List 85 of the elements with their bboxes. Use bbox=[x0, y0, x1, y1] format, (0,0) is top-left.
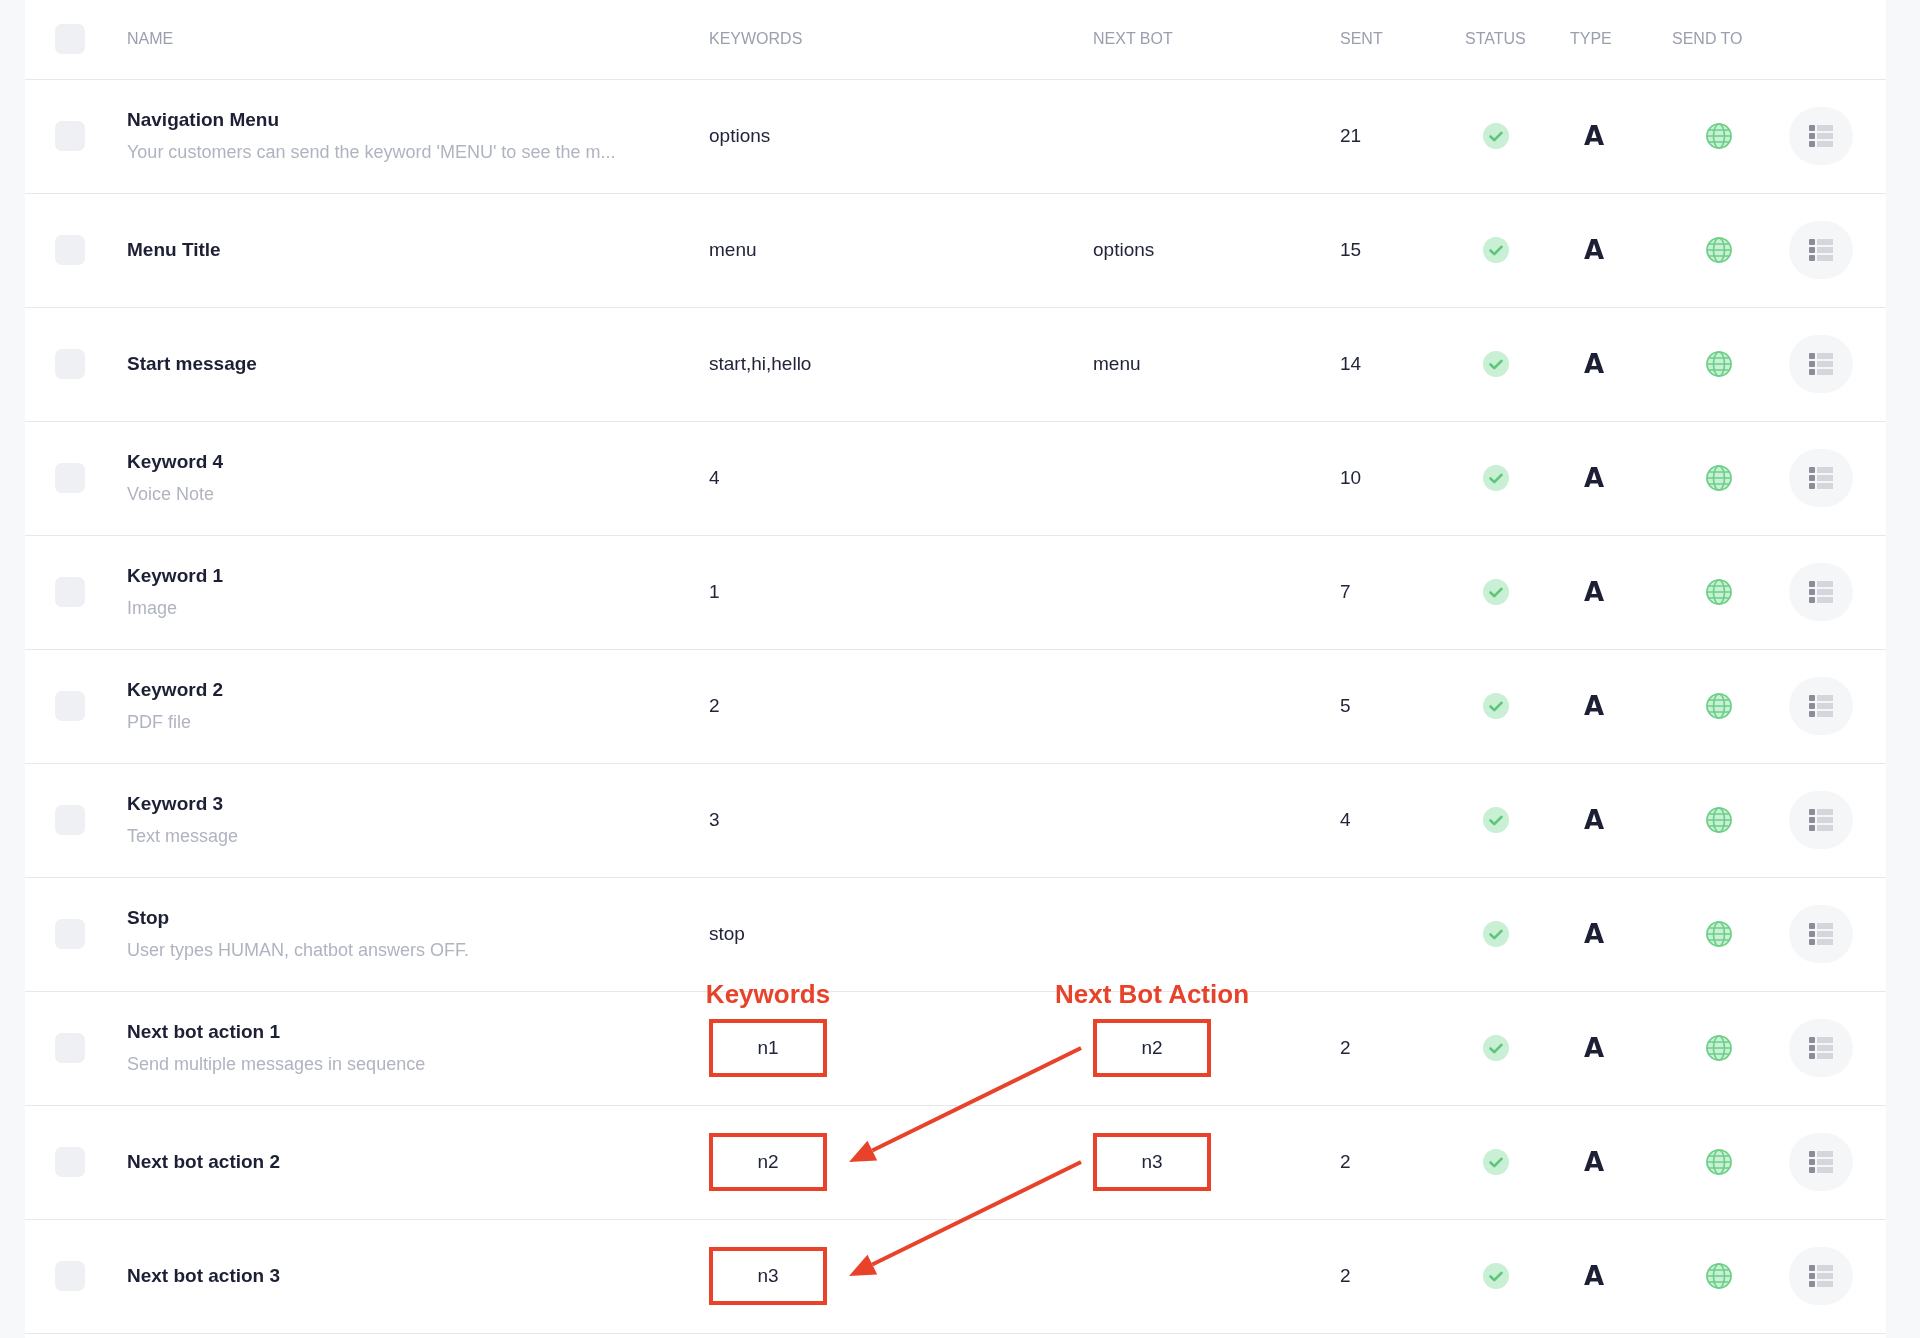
type-letter: A bbox=[1584, 462, 1605, 493]
bot-name: Navigation Menu bbox=[127, 108, 280, 133]
keyword-text: 4 bbox=[709, 466, 720, 488]
list-icon bbox=[1809, 125, 1833, 147]
highlighted-keyword: n2 bbox=[709, 1133, 827, 1191]
keyword-text: menu bbox=[709, 238, 757, 260]
bot-description: Image bbox=[127, 596, 179, 620]
globe-icon bbox=[1706, 123, 1732, 149]
bot-description: Send multiple messages in sequence bbox=[127, 1052, 427, 1076]
bot-name: Keyword 2 bbox=[127, 678, 225, 703]
bot-name: Keyword 3 bbox=[127, 792, 225, 817]
sent-count: 2 bbox=[1340, 1036, 1351, 1058]
globe-icon bbox=[1706, 237, 1732, 263]
keyword-text: start,hi,hello bbox=[709, 352, 812, 374]
sent-count: 4 bbox=[1340, 808, 1351, 830]
globe-icon bbox=[1706, 1149, 1732, 1175]
type-letter: A bbox=[1584, 804, 1605, 835]
type-letter: A bbox=[1584, 348, 1605, 379]
bot-name: Keyword 1 bbox=[127, 564, 225, 589]
bot-name: Next bot action 2 bbox=[127, 1149, 282, 1174]
list-icon bbox=[1809, 467, 1833, 489]
list-icon bbox=[1809, 581, 1833, 603]
bot-name: Next bot action 1 bbox=[127, 1020, 282, 1045]
sent-count: 10 bbox=[1340, 466, 1362, 488]
type-letter: A bbox=[1584, 576, 1605, 607]
bot-name: Next bot action 3 bbox=[127, 1263, 282, 1288]
bot-description: Text message bbox=[127, 824, 240, 848]
list-icon bbox=[1809, 695, 1833, 717]
bot-description: Voice Note bbox=[127, 482, 216, 506]
type-letter: A bbox=[1584, 1032, 1605, 1063]
type-letter: A bbox=[1584, 1260, 1605, 1291]
highlighted-next-bot: n3 bbox=[1093, 1133, 1211, 1191]
sent-count: 21 bbox=[1340, 124, 1362, 146]
globe-icon bbox=[1706, 807, 1732, 833]
list-icon bbox=[1809, 1265, 1833, 1287]
list-icon bbox=[1809, 353, 1833, 375]
bot-description: PDF file bbox=[127, 710, 192, 734]
bot-name: Stop bbox=[127, 906, 171, 931]
globe-icon bbox=[1706, 351, 1732, 377]
sent-count: 15 bbox=[1340, 238, 1362, 260]
keyword-text: 3 bbox=[709, 808, 720, 830]
globe-icon bbox=[1706, 1035, 1732, 1061]
column-header: STATUS bbox=[1465, 30, 1526, 48]
highlighted-keyword: n3 bbox=[709, 1247, 827, 1305]
bot-description: Your customers can send the keyword 'MENU' to see the m... bbox=[127, 140, 617, 164]
keyword-text: stop bbox=[709, 922, 745, 944]
list-icon bbox=[1809, 1037, 1833, 1059]
column-header: KEYWORDS bbox=[709, 30, 803, 48]
next-bot-text: options bbox=[1093, 238, 1155, 260]
type-letter: A bbox=[1584, 918, 1605, 949]
next-bot-text: menu bbox=[1093, 352, 1141, 374]
bot-name: Menu Title bbox=[127, 237, 222, 262]
keyword-text: options bbox=[709, 124, 771, 146]
list-icon bbox=[1809, 809, 1833, 831]
type-letter: A bbox=[1584, 120, 1605, 151]
sent-count: 5 bbox=[1340, 694, 1351, 716]
column-header: SENT bbox=[1340, 30, 1383, 48]
list-icon bbox=[1809, 239, 1833, 261]
column-header: SEND TO bbox=[1672, 30, 1743, 48]
bot-name: Start message bbox=[127, 351, 258, 376]
globe-icon bbox=[1706, 1263, 1732, 1289]
annotation-label: Keywords bbox=[705, 981, 831, 1007]
column-header: NEXT BOT bbox=[1093, 30, 1173, 48]
globe-icon bbox=[1706, 693, 1732, 719]
column-header: TYPE bbox=[1570, 30, 1612, 48]
sent-count: 7 bbox=[1340, 580, 1351, 602]
bot-description: User types HUMAN, chatbot answers OFF. bbox=[127, 938, 471, 962]
list-icon bbox=[1809, 923, 1833, 945]
column-header: NAME bbox=[127, 30, 174, 48]
keyword-text: 2 bbox=[709, 694, 720, 716]
annotation-label: Next Bot Action bbox=[1055, 981, 1249, 1007]
keyword-text: 1 bbox=[709, 580, 720, 602]
sent-count: 2 bbox=[1340, 1150, 1351, 1172]
highlighted-next-bot: n2 bbox=[1093, 1019, 1211, 1077]
globe-icon bbox=[1706, 465, 1732, 491]
type-letter: A bbox=[1584, 234, 1605, 265]
globe-icon bbox=[1706, 579, 1732, 605]
type-letter: A bbox=[1584, 690, 1605, 721]
sent-count: 14 bbox=[1340, 352, 1362, 374]
highlighted-keyword: n1 bbox=[709, 1019, 827, 1077]
bot-name: Keyword 4 bbox=[127, 450, 225, 475]
type-letter: A bbox=[1584, 1146, 1605, 1177]
list-icon bbox=[1809, 1151, 1833, 1173]
sent-count: 2 bbox=[1340, 1264, 1351, 1286]
globe-icon bbox=[1706, 921, 1732, 947]
